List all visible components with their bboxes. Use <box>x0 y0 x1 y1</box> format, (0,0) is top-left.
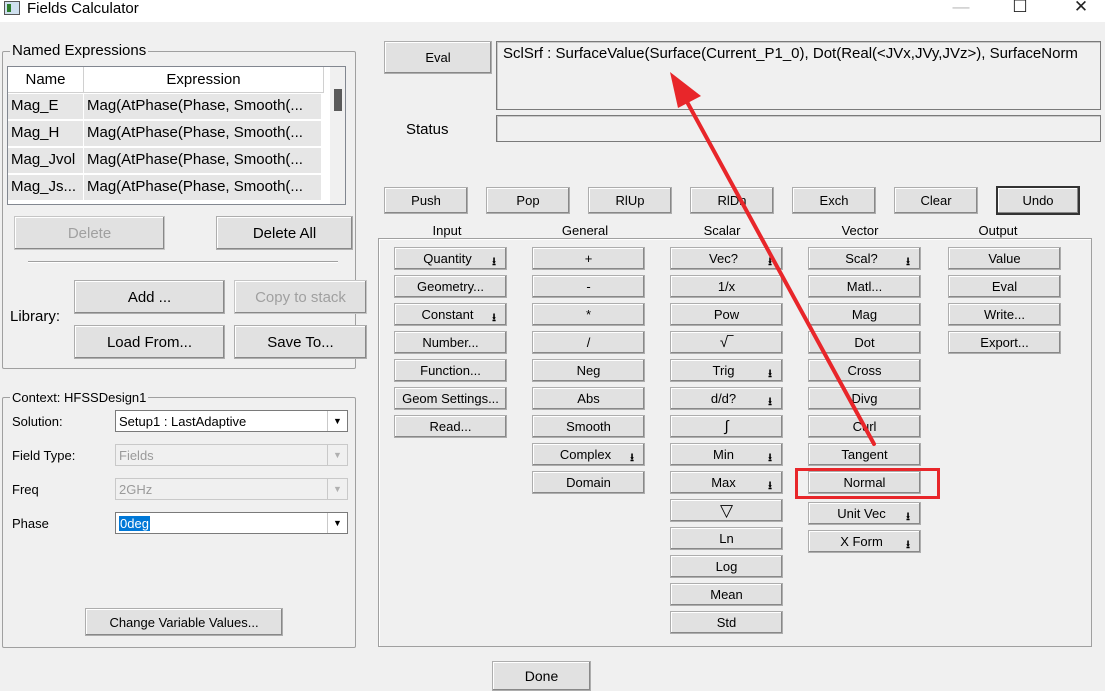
annotation-arrow-icon <box>670 72 876 446</box>
